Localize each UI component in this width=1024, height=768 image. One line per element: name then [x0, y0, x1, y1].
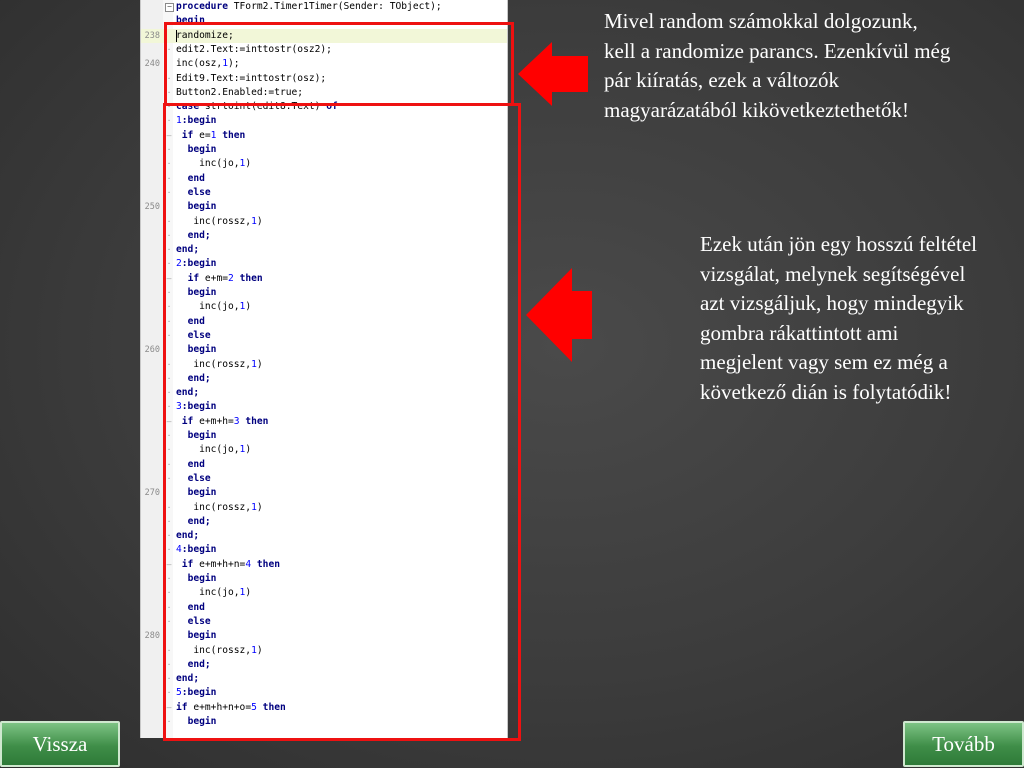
left-arrow-icon — [518, 42, 588, 106]
line-number: 260 — [144, 345, 160, 356]
highlight-box-case — [163, 103, 521, 741]
back-button[interactable]: Vissza — [0, 721, 120, 767]
keyword-token: procedure — [176, 1, 228, 12]
line-number: 270 — [144, 488, 160, 499]
code-text: procedure TForm2.Timer1Timer(Sender: TOb… — [176, 0, 442, 14]
line-number: 280 — [144, 631, 160, 642]
line-number: 250 — [144, 202, 160, 213]
line-number: 238 — [144, 30, 160, 41]
description-condition: Ezek után jön egy hosszú feltétel vizsgá… — [700, 232, 977, 404]
next-button[interactable]: Tovább — [903, 721, 1024, 767]
code-line[interactable]: − procedure TForm2.Timer1Timer(Sender: TO… — [141, 0, 507, 14]
left-arrow-icon — [526, 268, 592, 362]
description-randomize: Mivel random számokkal dolgozunk, kell a… — [604, 9, 951, 122]
collapse-toggle-icon[interactable]: − — [165, 3, 174, 12]
highlight-box-init — [164, 22, 514, 106]
code-token: TForm2.Timer1Timer(Sender: TObject); — [227, 1, 442, 12]
line-number: 240 — [144, 59, 160, 70]
